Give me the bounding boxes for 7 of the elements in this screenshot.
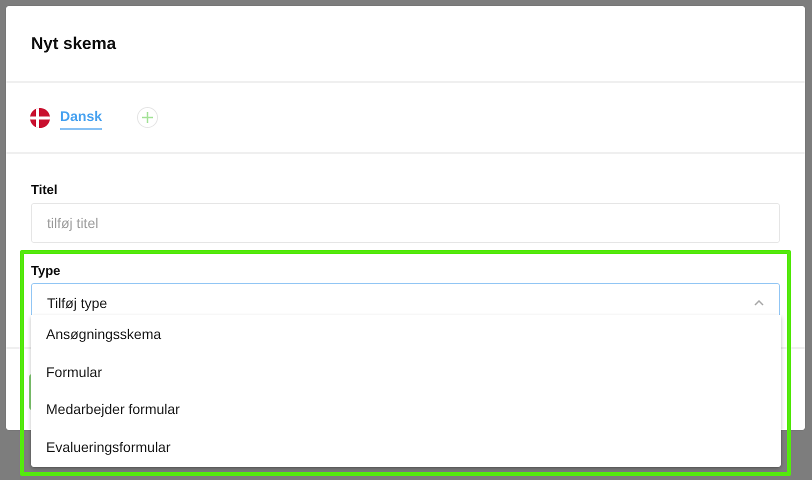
dropdown-option[interactable]: Medarbejder formular — [31, 391, 781, 428]
dialog-title: Nyt skema — [31, 32, 116, 55]
field-label: Type — [31, 262, 62, 280]
title-field[interactable]: tilføj titel — [31, 202, 780, 242]
field-label: Titel — [31, 181, 58, 199]
dropdown-option[interactable]: Formular — [31, 354, 781, 391]
dropdown-option[interactable]: Evalueringsformular — [31, 428, 781, 466]
